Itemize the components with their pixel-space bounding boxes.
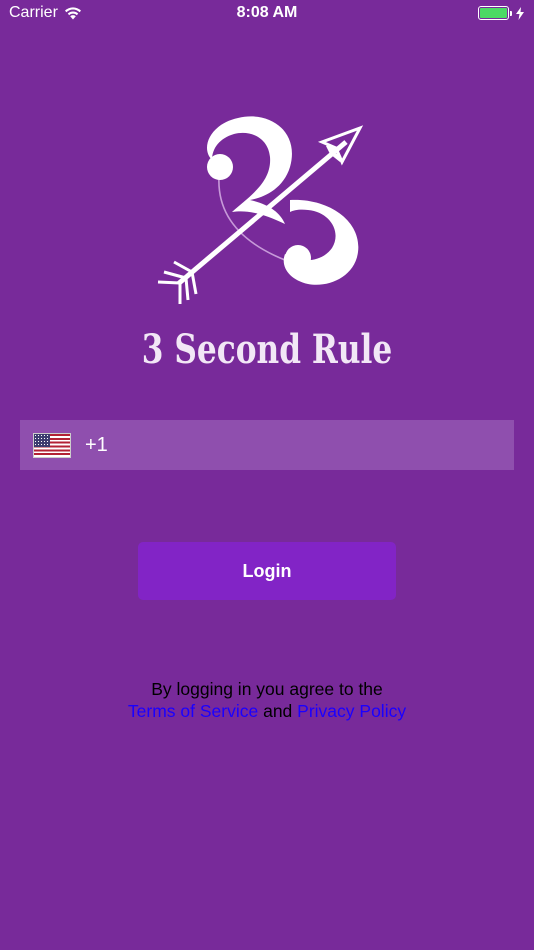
terms-of-service-link[interactable]: Terms of Service (128, 701, 258, 721)
login-button[interactable]: Login (138, 542, 396, 600)
us-flag-icon[interactable] (33, 432, 71, 458)
terms-conjunction: and (263, 701, 293, 721)
cupid-arrow-three-logo-icon (157, 116, 364, 304)
clock: 8:08 AM (236, 4, 298, 21)
app-name: 3 Second Rule (141, 326, 393, 373)
battery-indicator (478, 6, 524, 20)
phone-number-input[interactable] (113, 420, 514, 470)
phone-field[interactable]: +1 (20, 420, 514, 470)
charging-bolt-icon (516, 6, 524, 20)
battery-level (480, 8, 507, 18)
status-bar: Carrier 8:08 AM (0, 0, 534, 28)
terms-line: By logging in you agree to the (151, 679, 383, 699)
privacy-policy-link[interactable]: Privacy Policy (297, 701, 406, 721)
terms-notice: By logging in you agree to the Terms of … (0, 678, 534, 722)
login-screen: Carrier 8:08 AM 3 Second Rule +1 Login B… (0, 0, 534, 950)
dial-code[interactable]: +1 (85, 434, 108, 457)
battery-icon (478, 6, 509, 20)
